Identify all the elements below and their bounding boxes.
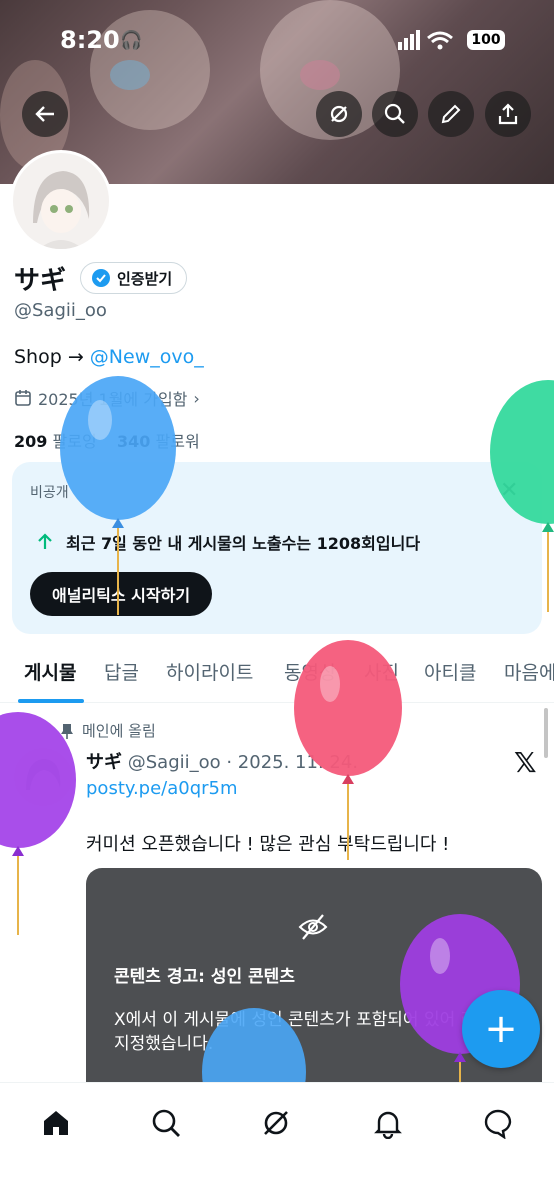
- balloon-purple-left: [0, 712, 76, 935]
- search-icon: [152, 1109, 180, 1137]
- post-header: サギ @Sagii_oo · 2025. 11. 24.: [86, 748, 358, 774]
- pinned-indicator: 메인에 올림: [60, 720, 156, 741]
- edit-button[interactable]: [428, 91, 474, 137]
- follow-counts: 209 팔로잉 340 팔로워: [14, 428, 200, 452]
- bio-text: Shop →: [14, 346, 90, 368]
- status-time: 8:20: [60, 26, 120, 54]
- following-label: 팔로잉: [52, 432, 97, 451]
- content-warning-card[interactable]: 콘텐츠 경고: 성인 콘텐츠 X에서 이 게시물에 성인 콘텐츠가 포함되어 있…: [86, 868, 542, 1108]
- post-text: 커미션 오픈했습니다 ! 많은 관심 부탁드립니다 !: [86, 834, 450, 855]
- tab-articles[interactable]: 아티클: [424, 658, 476, 685]
- search-button[interactable]: [372, 91, 418, 137]
- following-count: 209: [14, 432, 48, 451]
- avatar-image: [14, 748, 72, 806]
- followers-label: 팔로워: [155, 432, 200, 451]
- message-icon: [484, 1109, 512, 1139]
- nav-grok[interactable]: [256, 1103, 296, 1143]
- avatar-image: [13, 153, 109, 249]
- warning-title: 콘텐츠 경고: 성인 콘텐츠: [114, 967, 295, 987]
- x-logo-icon: 𝕏: [514, 746, 537, 779]
- bell-icon: [374, 1111, 402, 1139]
- get-verified-button[interactable]: 인증받기: [80, 262, 188, 294]
- search-icon: [384, 103, 405, 124]
- nav-messages[interactable]: [478, 1103, 518, 1143]
- tab-replies[interactable]: 답글: [104, 658, 139, 685]
- followers-link[interactable]: 340 팔로워: [117, 432, 200, 451]
- private-label: 비공개: [30, 485, 69, 501]
- impressions-stat: 최근 7일 동안 내 게시물의 노출수는 1208회입니다: [36, 530, 420, 554]
- share-icon: [498, 103, 518, 125]
- scrollbar[interactable]: [544, 708, 548, 758]
- profile-tabs: 게시물 답글 하이라이트 동영상 사진 아티클 마음에: [0, 650, 554, 703]
- nav-home[interactable]: [36, 1103, 76, 1143]
- nav-search[interactable]: [146, 1103, 186, 1143]
- grok-button[interactable]: [316, 91, 362, 137]
- tab-posts[interactable]: 게시물: [24, 658, 76, 685]
- post-handle-date: @Sagii_oo · 2025. 11. 24.: [127, 752, 359, 773]
- profile-handle: @Sagii_oo: [14, 300, 107, 321]
- plus-icon: +: [484, 1006, 518, 1052]
- profile-avatar[interactable]: [10, 150, 112, 252]
- back-button[interactable]: [22, 91, 68, 137]
- eye-off-icon: [298, 914, 328, 940]
- pin-icon: [61, 723, 73, 739]
- active-tab-indicator: [18, 699, 84, 703]
- share-button[interactable]: [485, 91, 531, 137]
- chevron-right-icon: ›: [193, 388, 200, 408]
- warning-body: X에서 이 게시물에 성인 콘텐츠가 포함되어 있어 라벨을 지정했습니다.: [114, 1010, 508, 1054]
- compose-post-button[interactable]: +: [462, 990, 540, 1068]
- close-icon[interactable]: ✕: [500, 478, 518, 503]
- joined-text: 2025년 1월에 가입함: [38, 390, 188, 409]
- grok-icon: [264, 1111, 288, 1135]
- bio-link[interactable]: @New_ovo_: [90, 346, 204, 368]
- headphones-icon: 🎧: [120, 30, 143, 51]
- home-icon: [44, 1111, 68, 1135]
- get-verified-label: 인증받기: [117, 269, 173, 288]
- post-author-avatar[interactable]: [14, 748, 72, 806]
- battery-indicator: 100: [467, 30, 505, 50]
- tab-highlights[interactable]: 하이라이트: [166, 658, 253, 685]
- calendar-icon: [15, 390, 31, 406]
- tab-photos[interactable]: 사진: [364, 658, 399, 685]
- status-bar: 8:20 🎧 100: [0, 0, 554, 84]
- post-author-name: サギ: [86, 752, 122, 773]
- pinned-label: 메인에 올림: [82, 722, 156, 740]
- arrow-left-icon: [35, 106, 54, 122]
- profile-bio: Shop → @New_ovo_: [14, 346, 204, 368]
- followers-count: 340: [117, 432, 151, 451]
- pencil-icon: [441, 104, 461, 124]
- profile-name: サギ: [14, 266, 67, 296]
- signal-icon: [398, 30, 453, 50]
- joined-date[interactable]: 2025년 1월에 가입함 ›: [14, 386, 200, 410]
- tab-videos[interactable]: 동영상: [284, 658, 336, 685]
- bottom-navigation: [0, 1082, 554, 1201]
- post-link[interactable]: posty.pe/a0qr5m: [86, 778, 238, 799]
- tab-likes[interactable]: 마음에: [504, 658, 554, 685]
- grok-icon: [330, 105, 348, 123]
- analytics-card: 비공개 ✕ 최근 7일 동안 내 게시물의 노출수는 1208회입니다 애널리틱…: [12, 462, 542, 634]
- arrow-up-icon: [38, 533, 52, 549]
- start-analytics-button[interactable]: 애널리틱스 시작하기: [30, 572, 213, 616]
- verified-badge-icon: [92, 269, 110, 287]
- following-link[interactable]: 209 팔로잉: [14, 432, 97, 451]
- impressions-text: 최근 7일 동안 내 게시물의 노출수는 1208회입니다: [66, 534, 421, 553]
- nav-notifications[interactable]: [368, 1103, 408, 1143]
